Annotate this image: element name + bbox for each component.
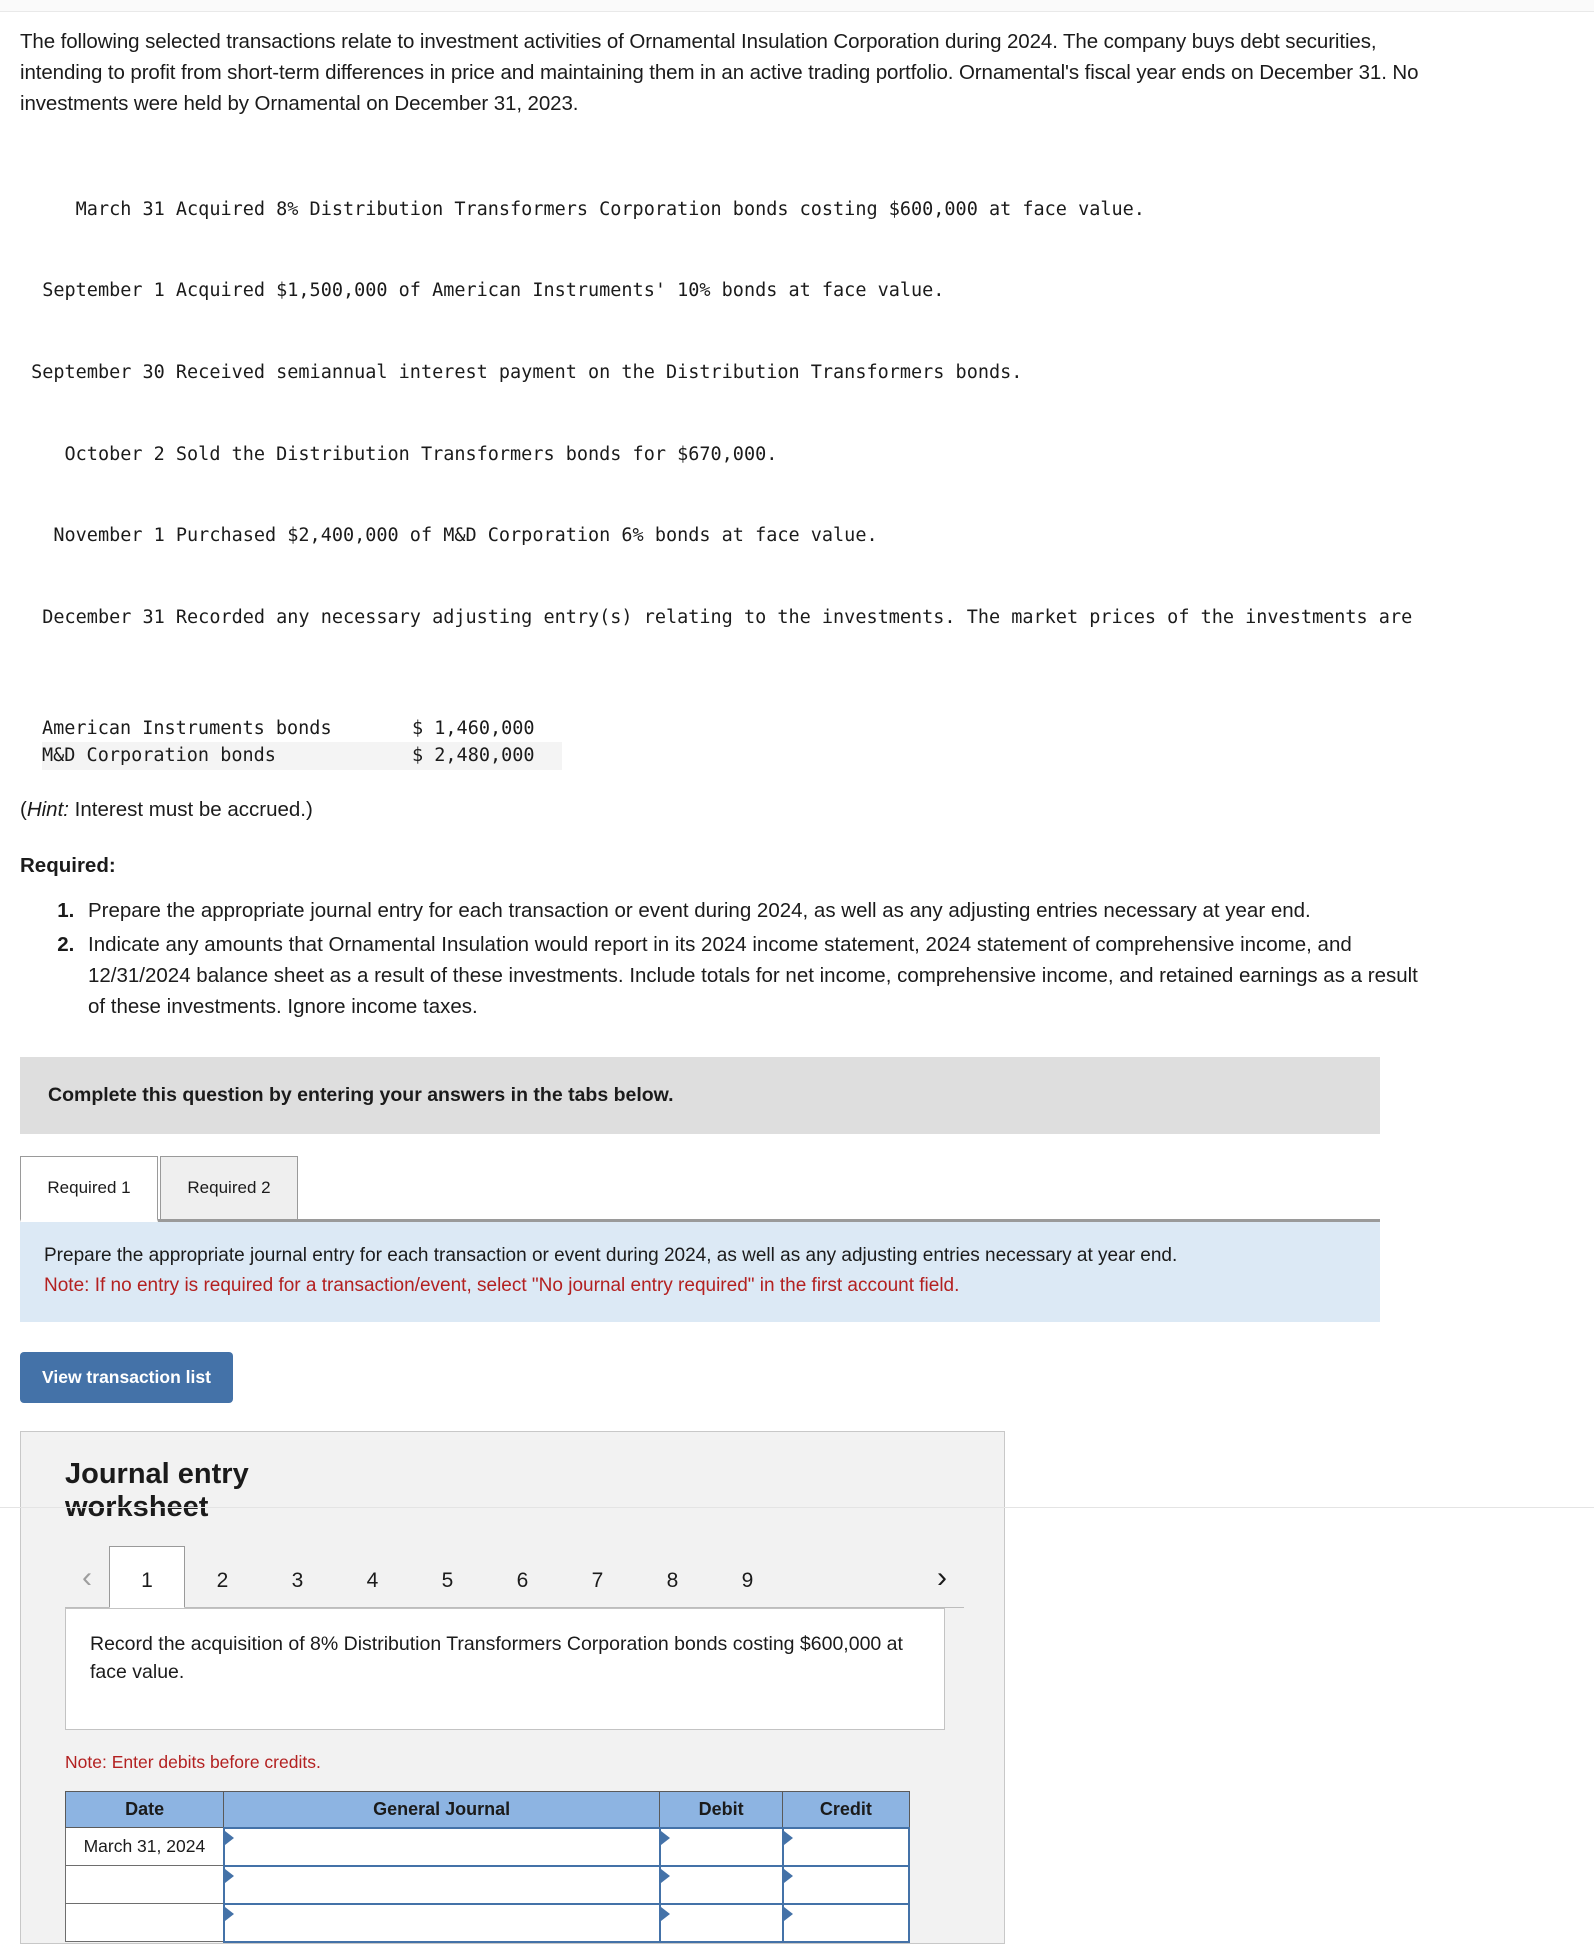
table-row (64, 1864, 911, 1905)
transaction-description: Recorded any necessary adjusting entry(s… (175, 606, 1413, 628)
transaction-row: November 1 Purchased $2,400,000 of M&D Co… (20, 522, 1574, 549)
column-header-debit: Debit (659, 1791, 784, 1829)
journal-entry-table: Date General Journal Debit Credit March … (64, 1791, 911, 1943)
cell-date[interactable] (64, 1903, 225, 1943)
instruction-note: Note: If no entry is required for a tran… (44, 1275, 960, 1297)
market-price-label: American Instruments bonds (42, 718, 332, 740)
worksheet-pager: ‹ 1 2 3 4 5 6 7 8 9 › (65, 1546, 964, 1609)
required-item-1: Prepare the appropriate journal entry fo… (80, 896, 1440, 927)
market-price-row: American Instruments bonds $ 1,460,000 (42, 715, 562, 742)
cell-debit[interactable] (658, 1826, 784, 1867)
worksheet-page-2[interactable]: 2 (185, 1569, 260, 1607)
top-bar (0, 0, 1594, 12)
transaction-description: Acquired 8% Distribution Transformers Co… (175, 198, 1145, 220)
transaction-date: March 31 (75, 198, 165, 220)
transaction-date: September 1 (42, 280, 165, 302)
cell-general-journal[interactable] (222, 1864, 661, 1905)
worksheet-page-7[interactable]: 7 (560, 1569, 635, 1607)
transaction-row: October 2 Sold the Distribution Transform… (20, 441, 1574, 468)
intro-paragraph: The following selected transactions rela… (20, 30, 1419, 116)
worksheet-page-4[interactable]: 4 (335, 1569, 410, 1607)
transaction-row: December 31 Recorded any necessary adjust… (20, 604, 1574, 631)
transaction-date: December 31 (42, 606, 165, 628)
transaction-row: March 31 Acquired 8% Distribution Transfo… (20, 196, 1574, 223)
bottom-divider (0, 1507, 1594, 1508)
tab-required-2[interactable]: Required 2 (160, 1155, 298, 1219)
hint-text: (Hint: Interest must be accrued.) (20, 798, 1574, 822)
market-price-row: M&D Corporation bonds $ 2,480,000 (42, 742, 562, 770)
market-price-amount: $ 2,480,000 (412, 745, 535, 767)
tab-bar: Required 1 Required 2 (20, 1155, 1380, 1222)
column-header-date: Date (64, 1791, 225, 1829)
cell-credit[interactable] (781, 1864, 911, 1905)
hint-body: Interest must be accrued.) (68, 797, 313, 821)
market-price-amount: $ 1,460,000 (412, 718, 535, 740)
market-prices-table: American Instruments bonds $ 1,460,000 M… (42, 715, 562, 770)
worksheet-page-9[interactable]: 9 (710, 1569, 785, 1607)
cell-date[interactable]: March 31, 2024 (64, 1827, 225, 1867)
transaction-description: Acquired $1,500,000 of American Instrume… (175, 280, 945, 302)
cell-date[interactable] (64, 1865, 225, 1905)
cell-credit[interactable] (781, 1902, 911, 1943)
debits-before-credits-note: Note: Enter debits before credits. (65, 1752, 321, 1773)
cell-general-journal[interactable] (222, 1826, 661, 1867)
instruction-text: Prepare the appropriate journal entry fo… (44, 1244, 1178, 1266)
worksheet-page-3[interactable]: 3 (260, 1569, 335, 1607)
transaction-row: September 30 Received semiannual interest… (20, 359, 1574, 386)
worksheet-page-1[interactable]: 1 (109, 1546, 185, 1609)
cell-credit[interactable] (781, 1826, 911, 1867)
page-content: The following selected transactions rela… (0, 26, 1594, 1944)
hint-emphasis: Hint: (26, 797, 69, 821)
tab-required-1[interactable]: Required 1 (20, 1155, 158, 1222)
transaction-row: September 1 Acquired $1,500,000 of Americ… (20, 277, 1574, 304)
journal-table-header-row: Date General Journal Debit Credit (64, 1791, 910, 1829)
worksheet-title: Journal entry worksheet (65, 1457, 249, 1524)
hint-paren-open: ( (20, 797, 27, 821)
required-item-2: Indicate any amounts that Ornamental Ins… (80, 930, 1440, 1022)
transaction-description: Received semiannual interest payment on … (175, 361, 1023, 383)
transaction-date: October 2 (64, 443, 165, 465)
prev-page-chevron-icon[interactable]: ‹ (65, 1563, 109, 1607)
transaction-description: Purchased $2,400,000 of M&D Corporation … (175, 525, 878, 547)
cell-general-journal[interactable] (222, 1902, 661, 1943)
column-header-general-journal: General Journal (223, 1791, 661, 1829)
transaction-date: September 30 (31, 361, 165, 383)
next-page-chevron-icon[interactable]: › (920, 1563, 964, 1607)
table-row (64, 1902, 911, 1943)
view-transaction-list-button[interactable]: View transaction list (20, 1351, 233, 1403)
required-list: Prepare the appropriate journal entry fo… (20, 896, 1440, 1023)
transaction-description: Sold the Distribution Transformers bonds… (175, 443, 778, 465)
complete-question-banner: Complete this question by entering your … (20, 1056, 1380, 1134)
table-row: March 31, 2024 (64, 1826, 911, 1867)
worksheet-page-5[interactable]: 5 (410, 1569, 485, 1607)
transaction-date: November 1 (53, 525, 165, 547)
worksheet-page-8[interactable]: 8 (635, 1569, 710, 1607)
market-price-label: M&D Corporation bonds (42, 745, 276, 767)
transaction-list: March 31 Acquired 8% Distribution Transfo… (20, 141, 1574, 685)
instruction-panel: Prepare the appropriate journal entry fo… (20, 1221, 1380, 1322)
required-heading: Required: (20, 853, 116, 877)
worksheet-transaction-description: Record the acquisition of 8% Distributio… (65, 1608, 945, 1731)
cell-debit[interactable] (658, 1864, 784, 1905)
cell-debit[interactable] (658, 1902, 784, 1943)
column-header-credit: Credit (782, 1791, 910, 1829)
worksheet-page-6[interactable]: 6 (485, 1569, 560, 1607)
